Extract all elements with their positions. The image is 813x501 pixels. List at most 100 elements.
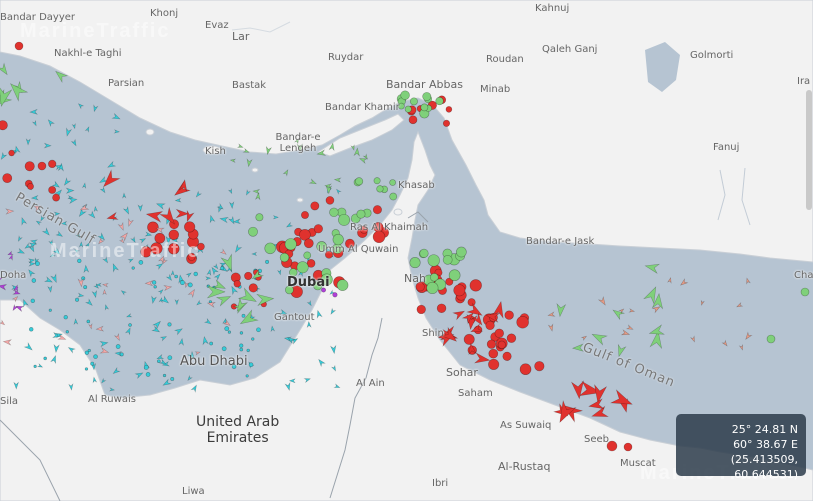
vessel-arrow[interactable] [173,327,184,336]
vessel-marker[interactable] [147,221,159,234]
vessel-arrow[interactable] [219,248,227,256]
vessel-marker[interactable] [497,340,506,349]
vessel-arrow[interactable] [690,335,696,343]
vessel-marker[interactable] [488,348,499,359]
vessel-arrow[interactable] [308,178,318,186]
vessel-arrow[interactable] [43,142,52,149]
vessel-arrow[interactable] [215,292,233,307]
vessel-arrow[interactable] [92,104,99,113]
vessel-arrow[interactable] [99,340,109,348]
vessel-marker[interactable] [153,285,157,289]
vessel-marker[interactable] [220,266,225,271]
vessel-arrow[interactable] [227,215,236,225]
vessel-arrow[interactable] [155,201,166,210]
vessel-marker[interactable] [145,372,151,377]
vessel-arrow[interactable] [99,186,106,194]
vessel-arrow[interactable] [27,268,36,278]
vessel-marker[interactable] [506,333,517,343]
vessel-arrow[interactable] [99,347,110,355]
vessel-marker[interactable] [516,315,529,329]
vessel-marker[interactable] [372,205,382,215]
vessel-arrow[interactable] [144,280,154,287]
vessel-arrow[interactable] [112,366,121,375]
vessel-marker[interactable] [90,361,95,366]
vessel-marker[interactable] [233,280,241,288]
vessel-marker[interactable] [488,358,500,370]
vessel-arrow[interactable] [185,272,192,278]
vessel-marker[interactable] [193,271,198,277]
vessel-arrow[interactable] [151,325,161,334]
vessel-marker[interactable] [456,246,467,258]
vessel-marker[interactable] [128,323,132,327]
vessel-arrow[interactable] [232,218,241,224]
vessel-marker[interactable] [24,161,35,172]
vessel-arrow[interactable] [79,203,90,212]
vessel-arrow[interactable] [202,335,209,346]
vessel-marker[interactable] [184,221,196,233]
vessel-arrow[interactable] [736,302,744,309]
vessel-arrow[interactable] [77,207,87,218]
vessel-arrow[interactable] [335,188,342,195]
vessel-marker[interactable] [167,355,173,361]
vessel-marker[interactable] [30,298,35,304]
scrollbar-thumb[interactable] [806,90,812,210]
vessel-arrow[interactable] [0,151,8,161]
vessel-arrow[interactable] [0,283,8,291]
vessel-arrow[interactable] [122,192,127,199]
vessel-arrow[interactable] [272,215,280,220]
vessel-marker[interactable] [187,282,193,288]
vessel-arrow[interactable] [77,277,84,288]
vessel-arrow[interactable] [229,158,237,164]
vessel-arrow[interactable] [84,298,94,307]
vessel-arrow[interactable] [609,389,635,411]
vessel-marker[interactable] [766,334,776,344]
vessel-arrow[interactable] [738,344,745,351]
vessel-arrow[interactable] [113,332,122,341]
vessel-arrow[interactable] [102,288,107,296]
vessel-marker[interactable] [303,251,312,260]
vessel-marker[interactable] [467,298,476,307]
vessel-marker[interactable] [248,362,254,367]
vessel-arrow[interactable] [77,102,85,110]
vessel-marker[interactable] [245,374,249,378]
vessel-marker[interactable] [75,297,80,302]
vessel-arrow[interactable] [178,337,184,347]
vessel-marker[interactable] [502,351,512,361]
vessel-arrow[interactable] [25,138,31,146]
vessel-arrow[interactable] [137,204,143,212]
vessel-arrow[interactable] [5,208,15,215]
vessel-marker[interactable] [325,196,335,205]
vessel-marker[interactable] [170,377,175,381]
vessel-marker[interactable] [28,327,34,332]
vessel-arrow[interactable] [83,264,90,274]
vessel-arrow[interactable] [160,295,170,305]
vessel-marker[interactable] [409,257,421,269]
vessel-arrow[interactable] [203,317,212,326]
vessel-arrow[interactable] [206,268,212,276]
vessel-marker[interactable] [422,92,432,101]
vessel-marker[interactable] [65,330,69,334]
vessel-arrow[interactable] [611,307,626,321]
vessel-arrow[interactable] [113,129,121,134]
vessel-arrow[interactable] [150,295,157,305]
vessel-arrow[interactable] [628,308,636,313]
vessel-marker[interactable] [174,274,178,279]
vessel-arrow[interactable] [219,216,229,224]
vessel-marker[interactable] [303,238,314,249]
vessel-arrow[interactable] [157,289,164,295]
vessel-marker[interactable] [241,313,246,318]
vessel-arrow[interactable] [171,180,191,200]
vessel-arrow[interactable] [159,335,168,342]
vessel-marker[interactable] [463,333,475,345]
vessel-marker[interactable] [2,173,13,184]
vessel-arrow[interactable] [187,374,193,382]
vessel-marker[interactable] [426,281,439,294]
vessel-marker[interactable] [284,238,297,251]
vessel-marker[interactable] [453,284,466,297]
vessel-arrow[interactable] [212,263,219,270]
vessel-arrow[interactable] [62,177,72,186]
vessel-arrow[interactable] [71,123,76,130]
vessel-marker[interactable] [248,226,258,237]
vessel-arrow[interactable] [213,273,222,281]
vessel-arrow[interactable] [41,227,51,237]
